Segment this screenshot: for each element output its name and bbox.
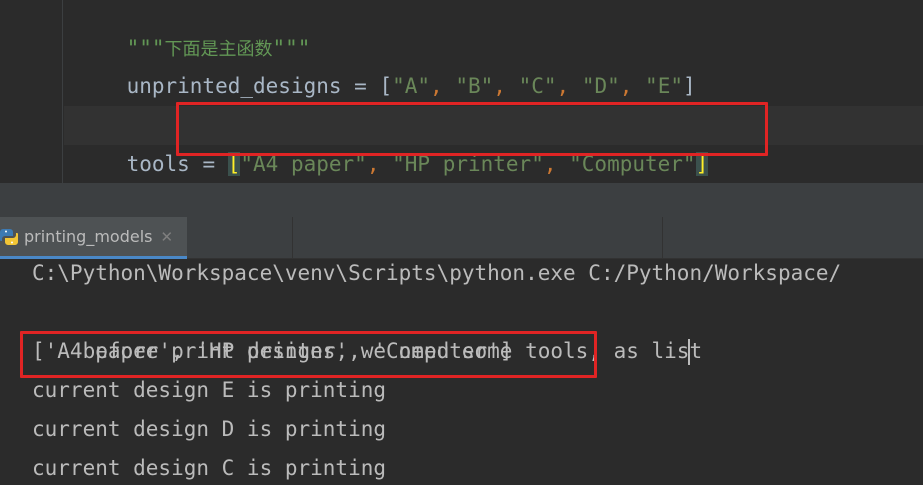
close-icon[interactable]: ✕ <box>161 228 174 246</box>
list-item: "C" <box>518 74 557 98</box>
list-item: "B" <box>455 74 494 98</box>
gutter-divider <box>62 0 63 183</box>
code-line-completed[interactable]: completed_designs = [] <box>76 67 405 137</box>
console-line: C:\Python\Workspace\venv\Scripts\python.… <box>32 261 842 285</box>
tab-divider <box>292 217 293 259</box>
comma: , <box>430 74 456 98</box>
console-text: t <box>689 339 703 363</box>
comma: , <box>493 74 519 98</box>
console-line-with-caret: before print designs, we need some tools… <box>32 293 702 365</box>
console-line: current design C is printing <box>32 456 387 480</box>
code-line-unprinted[interactable]: unprinted_designs = ["A", "B", "C", "D",… <box>76 28 696 98</box>
tab-divider <box>662 217 663 259</box>
panel-splitter[interactable] <box>0 183 923 217</box>
bracket-close: ] <box>682 74 696 98</box>
run-console[interactable]: C:\Python\Workspace\venv\Scripts\python.… <box>0 259 923 485</box>
tab-label: printing_models <box>24 227 153 246</box>
python-icon <box>0 228 18 245</box>
console-line: current design D is printing <box>32 417 387 441</box>
tab-printing-models[interactable]: printing_models ✕ <box>0 217 188 259</box>
code-line-docstring[interactable]: """下面是主函数""" <box>76 0 311 60</box>
list-item: "E" <box>645 74 683 98</box>
list-item: "D" <box>581 74 620 98</box>
run-tab-bar: printing_models ✕ <box>0 217 923 259</box>
annotation-box-editor <box>176 102 768 156</box>
comma: , <box>556 74 582 98</box>
code-editor[interactable]: """下面是主函数""" unprinted_designs = ["A", "… <box>0 0 923 183</box>
comma: , <box>619 74 646 98</box>
annotation-box-console <box>20 331 597 378</box>
